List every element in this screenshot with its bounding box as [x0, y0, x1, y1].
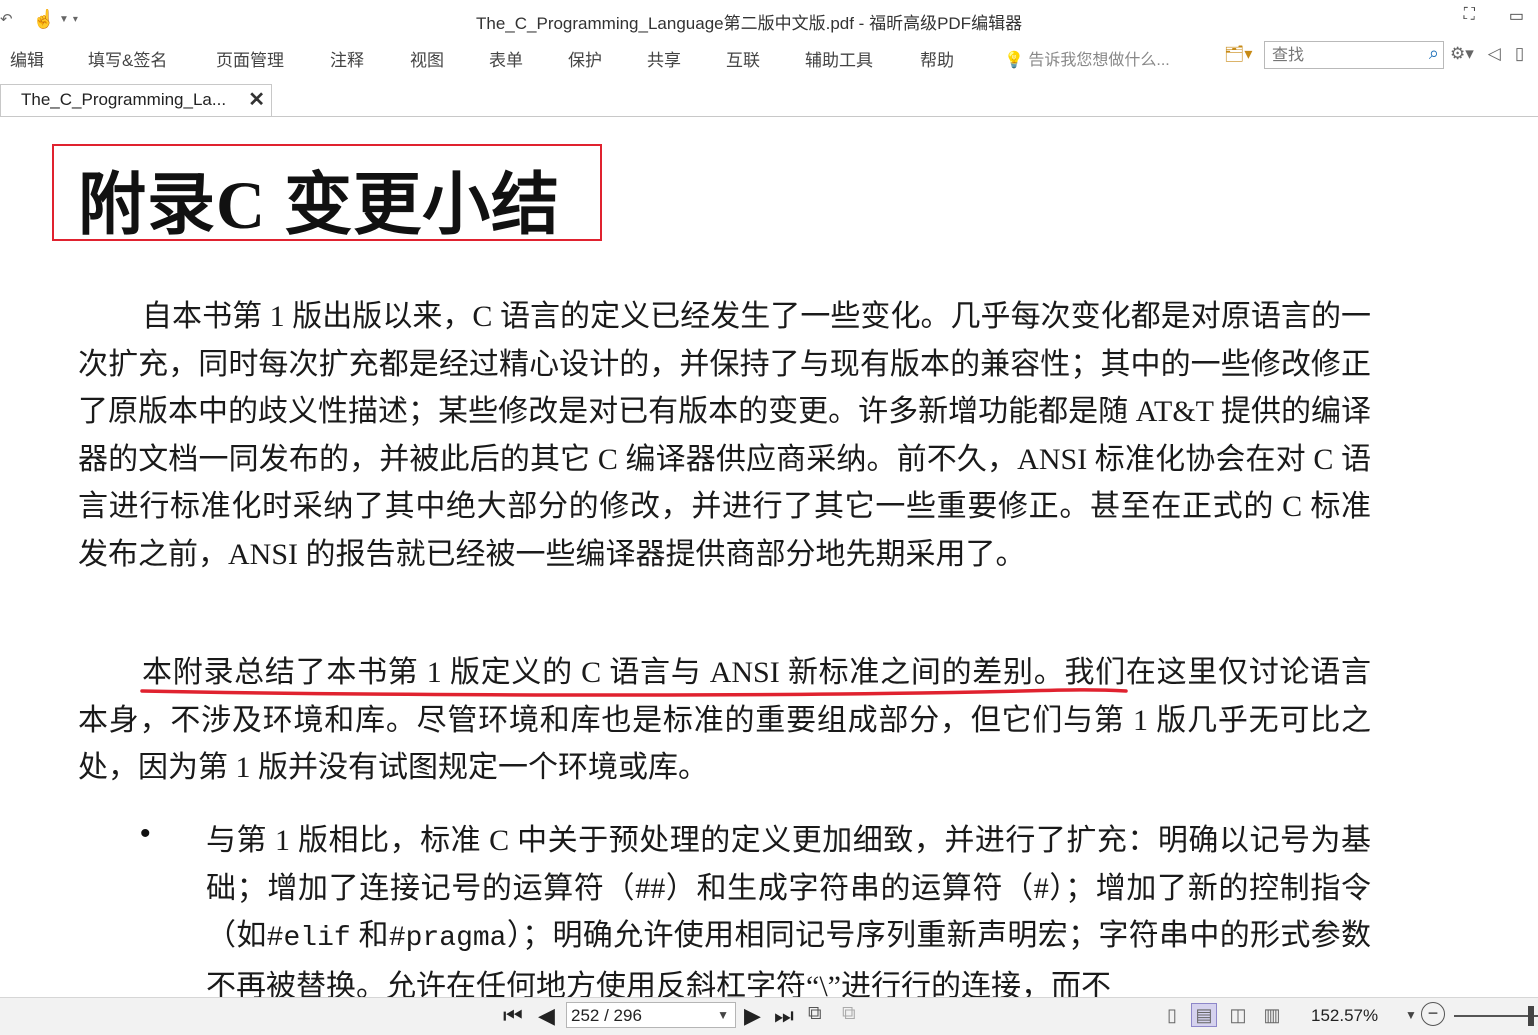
gear-icon[interactable]: ⚙▾	[1450, 44, 1474, 64]
previous-page-icon[interactable]: ◀	[538, 1003, 555, 1029]
paragraph-2: 本附录总结了本书第 1 版定义的 C 语言与 ANSI 新标准之间的差别。我们在…	[78, 649, 1371, 792]
collapse-left-icon[interactable]: ◁	[1488, 44, 1501, 64]
tell-me-box[interactable]: 💡 告诉我您想做什么...	[1004, 46, 1170, 70]
title-bar: ↶ ☝ ▼ ▾ The_C_Programming_Language第二版中文版…	[0, 0, 1538, 38]
panel-toggle-icon[interactable]: ▯	[1515, 44, 1524, 64]
zoom-out-icon[interactable]: −	[1421, 1002, 1445, 1026]
chevron-down-icon[interactable]: ▼	[717, 1008, 729, 1022]
continuous-facing-view-icon[interactable]: ▥	[1260, 1004, 1284, 1026]
right-tools: ⚙▾ ◁ ▯	[1450, 44, 1524, 64]
continuous-view-icon[interactable]: ▤	[1191, 1003, 1217, 1027]
zoom-slider-track[interactable]	[1454, 1015, 1538, 1017]
code-elif: #elif	[266, 923, 351, 954]
document-page[interactable]: 附录C 变更小结 自本书第 1 版出版以来，C 语言的定义已经发生了一些变化。几…	[0, 117, 1538, 997]
status-bar: ⏮ ◀ 252 / 296 ▼ ▶ ⏭ ⧉ ⧉ ▯ ▤ ◫ ▥ 152.57% …	[0, 997, 1538, 1035]
bullet-marker: •	[140, 817, 151, 850]
menu-edit[interactable]: 编辑	[10, 46, 44, 71]
menu-view[interactable]: 视图	[410, 46, 444, 71]
first-page-icon[interactable]: ⏮	[503, 1003, 523, 1029]
document-tab[interactable]: The_C_Programming_La... ✕	[0, 84, 272, 116]
magnifier-icon[interactable]: ⌕	[1429, 43, 1439, 64]
lightbulb-icon: 💡	[1004, 52, 1024, 69]
handdrawn-underline	[140, 688, 1128, 697]
advanced-search-icon[interactable]: 🗂▾	[1224, 44, 1252, 64]
quick-access-toolbar: ↶ ☝ ▼ ▾	[0, 8, 78, 30]
zoom-dropdown-icon[interactable]: ▼	[1405, 1008, 1417, 1022]
tell-me-text: 告诉我您想做什么...	[1028, 52, 1170, 69]
menu-protect[interactable]: 保护	[568, 46, 602, 71]
paragraph-1: 自本书第 1 版出版以来，C 语言的定义已经发生了一些变化。几乎每次变化都是对原…	[78, 300, 1371, 571]
zoom-level[interactable]: 152.57%	[1311, 1006, 1378, 1026]
menu-organize[interactable]: 页面管理	[216, 46, 284, 71]
menu-bar: 编辑 填写&签名 页面管理 注释 视图 表单 保护 共享 互联 辅助工具 帮助 …	[0, 38, 1538, 74]
search-field[interactable]: ⌕	[1264, 41, 1444, 69]
menu-form[interactable]: 表单	[489, 46, 523, 71]
window-controls: ⛶ ▭	[1464, 6, 1524, 26]
page-number-value: 252 / 296	[571, 1006, 642, 1025]
menu-fill-sign[interactable]: 填写&签名	[88, 46, 167, 71]
menu-connect[interactable]: 互联	[726, 46, 760, 71]
undo-icon[interactable]: ↶	[0, 10, 13, 28]
next-view-icon[interactable]: ⧉	[842, 1003, 856, 1025]
restore-layout-icon[interactable]: ⛶	[1464, 6, 1475, 26]
search-input[interactable]	[1270, 43, 1414, 69]
previous-view-icon[interactable]: ⧉	[808, 1003, 822, 1025]
bullet-item-1: 与第 1 版相比，标准 C 中关于预处理的定义更加细致，并进行了扩充：明确以记号…	[206, 817, 1371, 997]
menu-share[interactable]: 共享	[647, 46, 681, 71]
document-tab-label: The_C_Programming_La...	[21, 90, 227, 109]
last-page-icon[interactable]: ⏭	[774, 1003, 794, 1029]
single-page-view-icon[interactable]: ▯	[1160, 1004, 1184, 1026]
hand-tool-icon[interactable]: ☝	[33, 9, 55, 30]
page-number-field[interactable]: 252 / 296 ▼	[566, 1002, 736, 1028]
customize-toolbar-icon[interactable]: ▾	[73, 14, 78, 25]
dropdown-arrow-icon[interactable]: ▼	[59, 14, 69, 25]
menu-accessibility[interactable]: 辅助工具	[805, 46, 873, 71]
close-tab-icon[interactable]: ✕	[248, 87, 265, 112]
bullet-text-b: 和	[350, 919, 389, 952]
menu-help[interactable]: 帮助	[920, 46, 954, 71]
next-page-icon[interactable]: ▶	[744, 1003, 761, 1029]
zoom-slider-thumb[interactable]	[1528, 1006, 1534, 1026]
facing-view-icon[interactable]: ◫	[1226, 1004, 1250, 1026]
code-pragma: #pragma	[388, 923, 507, 954]
document-tab-bar: The_C_Programming_La... ✕	[0, 74, 1538, 117]
menu-comment[interactable]: 注释	[330, 46, 364, 71]
minimize-icon[interactable]: ▭	[1509, 6, 1524, 26]
page-heading: 附录C 变更小结	[78, 167, 561, 243]
window-title: The_C_Programming_Language第二版中文版.pdf - 福…	[476, 14, 1023, 33]
